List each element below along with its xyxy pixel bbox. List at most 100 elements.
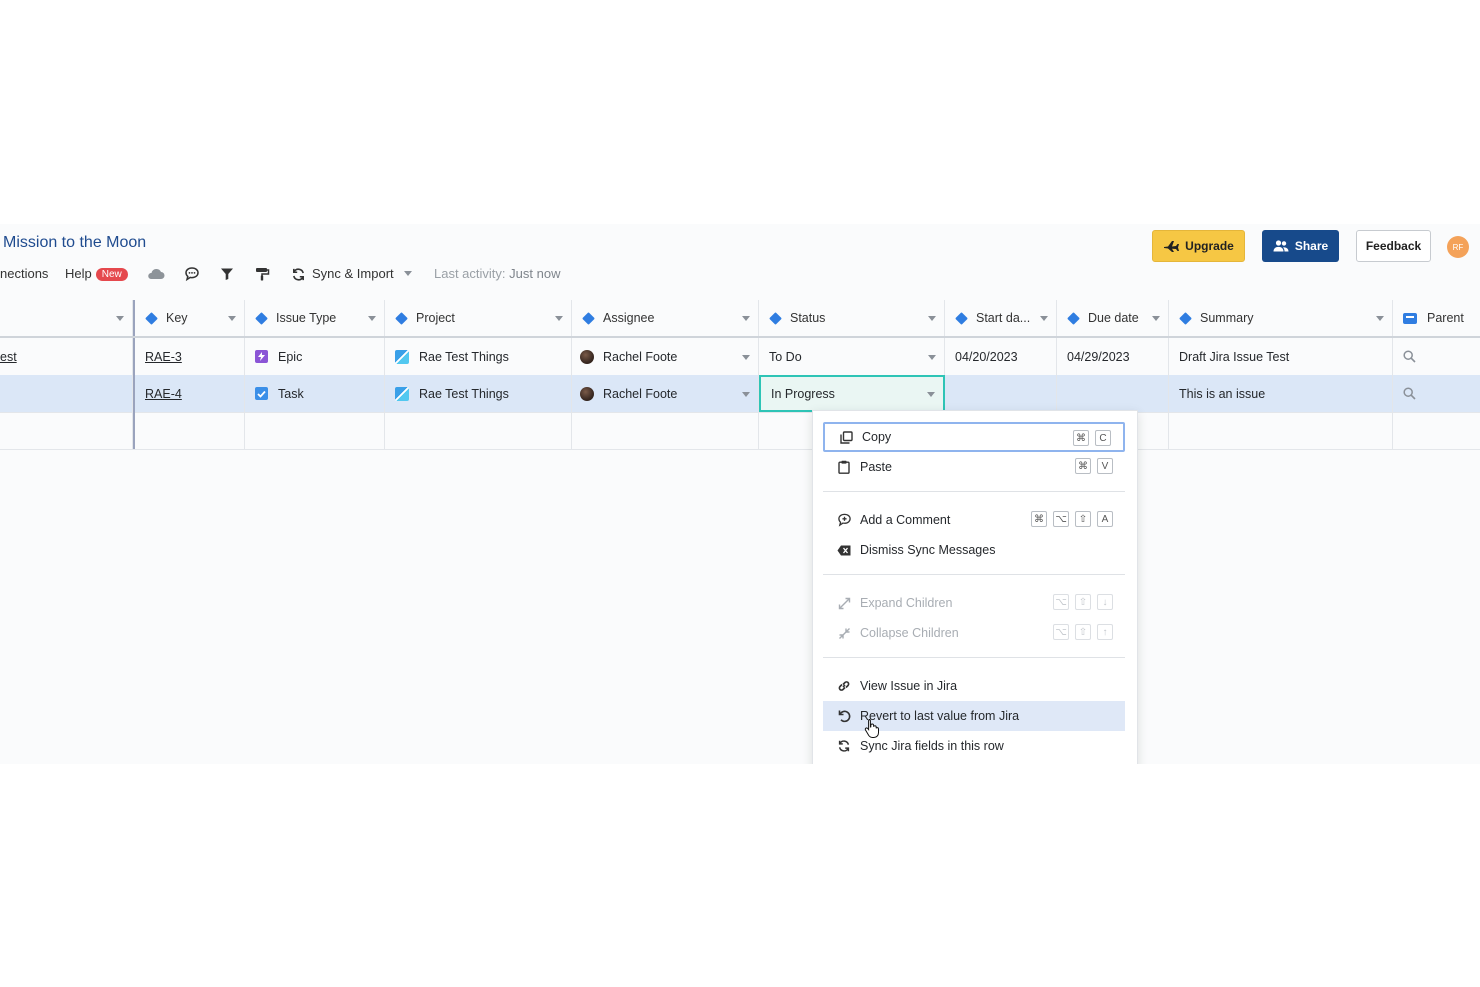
cell-key[interactable]: RAE-4: [133, 375, 245, 412]
row-first-link[interactable]: est: [0, 350, 17, 364]
cloud-icon[interactable]: [146, 264, 166, 284]
jira-field-icon: [1067, 311, 1080, 325]
connections-menu[interactable]: nections: [0, 266, 48, 281]
search-icon[interactable]: [1403, 350, 1416, 363]
cell-project[interactable]: Rae Test Things: [385, 338, 572, 375]
empty-row[interactable]: [0, 412, 1480, 450]
cell-empty[interactable]: [133, 412, 245, 449]
cell-empty[interactable]: [245, 412, 385, 449]
cell-assignee[interactable]: Rachel Foote: [572, 375, 759, 412]
column-header-issue-type[interactable]: Issue Type: [245, 300, 385, 336]
format-painter-icon[interactable]: [252, 264, 272, 284]
table-row[interactable]: RAE-4 Task Rae Test Things Rachel Foote …: [0, 375, 1480, 413]
key-cap: C: [1095, 430, 1111, 446]
chevron-down-icon[interactable]: [1040, 316, 1048, 321]
chevron-down-icon[interactable]: [742, 391, 750, 397]
cell-empty[interactable]: [1393, 412, 1480, 449]
cell-start-date[interactable]: [945, 375, 1057, 412]
jira-field-icon: [1179, 311, 1192, 325]
chevron-down-icon[interactable]: [928, 354, 936, 360]
filter-icon[interactable]: [217, 264, 237, 284]
comment-icon[interactable]: [182, 264, 202, 284]
cell-empty[interactable]: [0, 412, 133, 449]
cell-first[interactable]: [0, 375, 133, 412]
share-button[interactable]: Share: [1262, 230, 1339, 262]
sync-import-menu[interactable]: Sync & Import: [312, 266, 412, 281]
cell-status[interactable]: To Do: [759, 338, 945, 375]
table-row[interactable]: est RAE-3 Epic Rae Test Things Rachel Fo…: [0, 338, 1480, 376]
menu-item-collapse-children[interactable]: Collapse Children ⌥ ⇧ ↑: [823, 618, 1125, 648]
cell-status-active[interactable]: In Progress: [759, 375, 945, 412]
menu-item-expand-children[interactable]: Expand Children ⌥ ⇧ ↓: [823, 588, 1125, 618]
cell-project[interactable]: Rae Test Things: [385, 375, 572, 412]
cell-summary[interactable]: This is an issue: [1169, 375, 1393, 412]
cell-empty[interactable]: [385, 412, 572, 449]
menu-item-view-in-jira[interactable]: View Issue in Jira: [823, 671, 1125, 701]
cell-assignee[interactable]: Rachel Foote: [572, 338, 759, 375]
sheet-title[interactable]: Mission to the Moon: [3, 234, 146, 252]
cell-due-date[interactable]: [1057, 375, 1169, 412]
expand-icon: [836, 595, 852, 611]
feedback-button[interactable]: Feedback: [1356, 230, 1431, 262]
user-avatar[interactable]: RF: [1447, 236, 1469, 258]
assignee-value: Rachel Foote: [603, 386, 678, 401]
chevron-down-icon[interactable]: [927, 391, 935, 397]
column-header-parent[interactable]: Parent: [1393, 300, 1480, 336]
help-menu[interactable]: Help New: [65, 266, 128, 281]
column-header-key[interactable]: Key: [133, 300, 245, 336]
cell-due-date[interactable]: 04/29/2023: [1057, 338, 1169, 375]
hand-cursor-icon: [864, 719, 879, 738]
cell-parent[interactable]: [1393, 375, 1480, 412]
column-header-assignee[interactable]: Assignee: [572, 300, 759, 336]
chevron-down-icon[interactable]: [368, 316, 376, 321]
menu-item-copy[interactable]: Copy ⌘ C: [823, 422, 1125, 452]
help-label: Help: [65, 266, 92, 281]
chevron-down-icon[interactable]: [742, 316, 750, 321]
plane-icon: [1164, 241, 1180, 252]
menu-item-dismiss-sync[interactable]: Dismiss Sync Messages: [823, 535, 1125, 565]
upgrade-button[interactable]: Upgrade: [1152, 230, 1245, 262]
cell-empty[interactable]: [1169, 412, 1393, 449]
sync-icon: [836, 738, 852, 754]
chevron-down-icon[interactable]: [555, 316, 563, 321]
key-cap: ↑: [1097, 624, 1113, 640]
jira-field-icon: [582, 311, 595, 325]
column-header-due-date[interactable]: Due date: [1057, 300, 1169, 336]
due-date-value: 04/29/2023: [1067, 349, 1130, 364]
cell-empty[interactable]: [572, 412, 759, 449]
key-cap: ⇧: [1075, 624, 1091, 640]
chevron-down-icon[interactable]: [228, 316, 236, 321]
cell-start-date[interactable]: 04/20/2023: [945, 338, 1057, 375]
chevron-down-icon[interactable]: [1376, 316, 1384, 321]
column-header-first[interactable]: [0, 300, 133, 336]
status-value: In Progress: [771, 386, 835, 401]
jira-field-icon: [395, 311, 408, 325]
column-header-status[interactable]: Status: [759, 300, 945, 336]
column-header-project[interactable]: Project: [385, 300, 572, 336]
column-label: Status: [790, 311, 826, 325]
cell-issue-type[interactable]: Task: [245, 375, 385, 412]
task-icon: [255, 387, 268, 400]
menu-item-paste[interactable]: Paste ⌘ V: [823, 452, 1125, 482]
issue-key-link[interactable]: RAE-4: [145, 387, 182, 401]
cell-parent[interactable]: [1393, 338, 1480, 375]
cell-key[interactable]: RAE-3: [133, 338, 245, 375]
cell-summary[interactable]: Draft Jira Issue Test: [1169, 338, 1393, 375]
menu-label: Copy: [862, 430, 892, 444]
cell-first[interactable]: est: [0, 338, 133, 375]
jira-field-icon: [255, 311, 268, 325]
cell-issue-type[interactable]: Epic: [245, 338, 385, 375]
column-header-summary[interactable]: Summary: [1169, 300, 1393, 336]
column-header-start-date[interactable]: Start da...: [945, 300, 1057, 336]
chevron-down-icon[interactable]: [116, 316, 124, 321]
chevron-down-icon[interactable]: [928, 316, 936, 321]
project-value: Rae Test Things: [419, 386, 509, 401]
search-icon[interactable]: [1403, 387, 1416, 400]
issue-key-link[interactable]: RAE-3: [145, 350, 182, 364]
menu-divider: [823, 491, 1125, 492]
sync-icon[interactable]: [288, 264, 308, 284]
chevron-down-icon[interactable]: [742, 354, 750, 360]
summary-value: Draft Jira Issue Test: [1179, 349, 1290, 364]
menu-item-add-comment[interactable]: Add a Comment ⌘ ⌥ ⇧ A: [823, 505, 1125, 535]
chevron-down-icon[interactable]: [1152, 316, 1160, 321]
